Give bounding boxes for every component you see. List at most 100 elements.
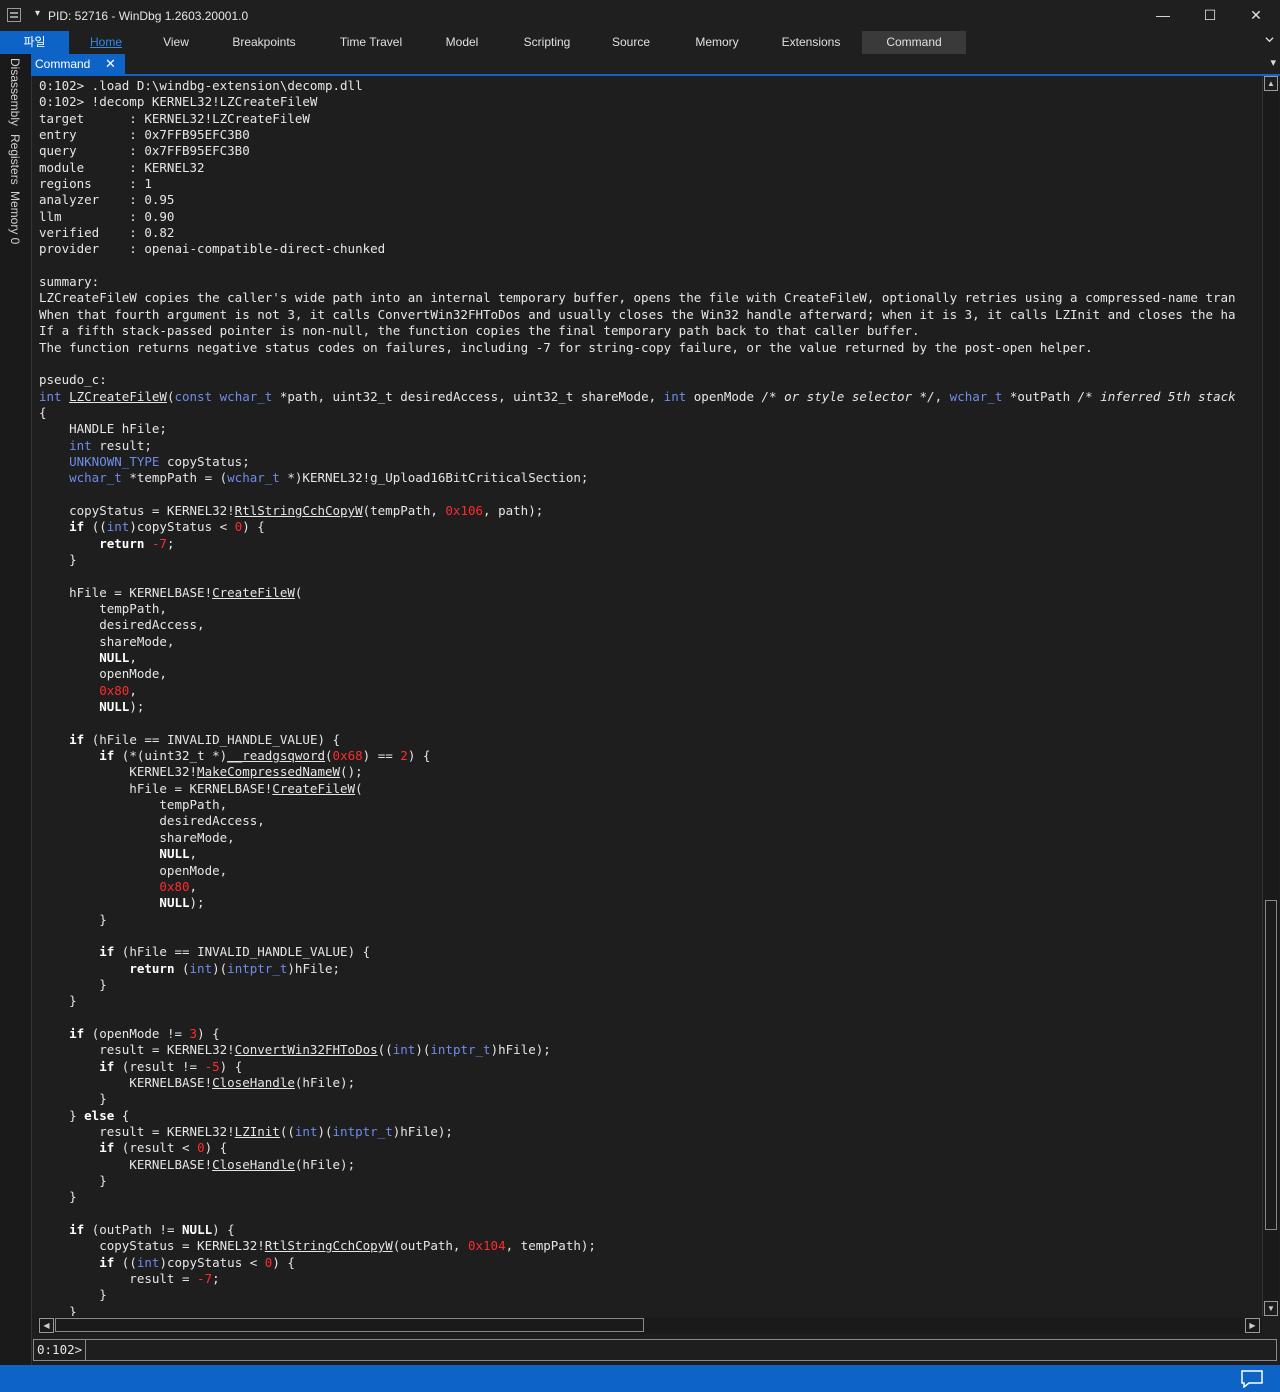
code-token: ( [355, 780, 363, 796]
windbg-app-icon[interactable] [7, 8, 21, 22]
vertical-scroll-thumb[interactable] [1265, 900, 1277, 1230]
console-line: regions : 1 [39, 176, 1236, 192]
scroll-up-button[interactable]: ▲ [1264, 76, 1278, 91]
symbol-link[interactable]: ConvertWin32FHToDos [235, 1042, 378, 1057]
code-token: verified : 0.82 [39, 225, 175, 241]
close-icon[interactable]: ✕ [105, 54, 116, 74]
symbol-link[interactable]: CreateFileW [212, 585, 295, 600]
code-token: desiredAccess, [39, 813, 265, 829]
symbol-link[interactable]: CloseHandle [212, 1157, 295, 1172]
code-token: UNKNOWN_TYPE [69, 453, 160, 469]
side-tab-memory-0[interactable]: Memory 0 [8, 191, 22, 244]
minimize-button[interactable]: — [1140, 0, 1186, 31]
tab-scripting[interactable]: Scripting [510, 31, 584, 54]
command-output[interactable]: 0:102> .load D:\windbg-extension\decomp.… [33, 76, 1262, 1316]
chat-icon[interactable] [1240, 1370, 1264, 1388]
symbol-link[interactable]: LZCreateFileW [69, 389, 167, 404]
output-lines: 0:102> .load D:\windbg-extension\decomp.… [39, 78, 1236, 1316]
scroll-down-button[interactable]: ▼ [1264, 1301, 1278, 1316]
code-token: , path); [483, 502, 544, 518]
doc-tab-command[interactable]: Command ✕ [31, 54, 125, 74]
command-input[interactable] [86, 1340, 1270, 1362]
console-line: shareMode, [39, 634, 1236, 650]
code-token: (( [279, 1124, 295, 1139]
console-line: analyzer : 0.95 [39, 192, 1236, 208]
code-token: ) { [197, 1025, 220, 1041]
console-line: 0x80, [39, 683, 1236, 699]
code-token: { [39, 404, 47, 420]
console-line: 0:102> !decomp KERNEL32!LZCreateFileW [39, 94, 1236, 110]
code-token: shareMode, [39, 829, 235, 845]
symbol-link[interactable]: CloseHandle [212, 1075, 295, 1090]
code-token: } [39, 1107, 85, 1123]
title-dropdown-arrow[interactable]: ▾ [35, 8, 40, 19]
tab-file[interactable]: 파일 [0, 31, 69, 54]
status-bar [0, 1365, 1280, 1392]
side-tab-disassembly[interactable]: Disassembly [8, 58, 22, 126]
code-token: { [114, 1107, 130, 1123]
code-token: tempPath, [39, 797, 228, 813]
code-token: int [189, 960, 213, 976]
window-title: PID: 52716 - WinDbg 1.2603.20001.0 [48, 9, 249, 23]
console-line: } [39, 977, 1236, 993]
code-token: } [39, 911, 107, 927]
horizontal-scroll-thumb[interactable] [55, 1318, 644, 1332]
side-tab-registers[interactable]: Registers [8, 134, 22, 185]
code-token: } [39, 993, 77, 1009]
scroll-left-button[interactable]: ◀ [39, 1318, 54, 1333]
tab-view[interactable]: View [150, 31, 202, 54]
tab-time-travel[interactable]: Time Travel [328, 31, 414, 54]
console-line: target : KERNEL32!LZCreateFileW [39, 111, 1236, 127]
tab-home[interactable]: Home [75, 31, 137, 54]
code-token: , tempPath); [505, 1238, 596, 1254]
tab-extensions[interactable]: Extensions [770, 31, 852, 54]
vertical-scrollbar[interactable]: ▲ ▼ [1262, 76, 1279, 1316]
code-token: ) { [407, 748, 431, 764]
console-line: } else { [39, 1108, 1236, 1124]
console-line: if (result < 0) { [39, 1140, 1236, 1156]
code-token: ); [129, 699, 145, 715]
code-token: ; [166, 535, 175, 551]
symbol-link[interactable]: MakeCompressedNameW [197, 764, 340, 779]
close-button[interactable]: ✕ [1233, 0, 1279, 31]
console-line: pseudo_c: [39, 372, 1236, 388]
chevron-down-icon[interactable] [1265, 35, 1274, 44]
code-token: (openMode != [84, 1025, 190, 1041]
code-token: copyStatus = KERNEL32! [39, 1238, 265, 1254]
tab-menu-dropdown-icon[interactable]: ▾ [1270, 56, 1276, 69]
code-token: NULL [159, 846, 190, 862]
symbol-link[interactable]: RtlStringCchCopyW [265, 1238, 393, 1253]
symbol-link[interactable]: __readgsqword [227, 748, 325, 763]
tab-command[interactable]: Command [862, 31, 966, 54]
tab-memory[interactable]: Memory [680, 31, 754, 54]
code-token: ( [325, 748, 333, 764]
tab-breakpoints[interactable]: Breakpoints [220, 31, 308, 54]
tab-source[interactable]: Source [600, 31, 662, 54]
code-token: pseudo_c: [39, 372, 107, 388]
horizontal-scrollbar[interactable]: ◀ ▶ [37, 1317, 1262, 1334]
document-tab-strip: Command ✕ ▾ [31, 54, 1280, 76]
symbol-link[interactable]: CreateFileW [272, 781, 355, 796]
console-line: } [39, 1091, 1236, 1107]
maximize-button[interactable]: ☐ [1187, 0, 1233, 31]
symbol-link[interactable]: RtlStringCchCopyW [235, 503, 363, 518]
ribbon-tabs: 파일 Home View Breakpoints Time Travel Mod… [0, 31, 1280, 54]
code-token: wchar_t [69, 470, 122, 486]
code-token: When that fourth argument is not 3, it c… [39, 306, 1236, 322]
tab-model[interactable]: Model [432, 31, 492, 54]
command-input-bar: 0:102> [33, 1339, 1277, 1362]
console-line: if ((int)copyStatus < 0) { [39, 519, 1236, 535]
console-line: NULL); [39, 895, 1236, 911]
symbol-link[interactable]: LZInit [235, 1124, 280, 1139]
code-token: if [69, 1222, 85, 1238]
code-token: int [392, 1042, 416, 1058]
code-token: /* or style selector */ [761, 388, 935, 404]
code-token: int [136, 1254, 160, 1270]
code-token: If a fifth stack-passed pointer is non-n… [39, 323, 920, 339]
console-line: result = KERNEL32!ConvertWin32FHToDos((i… [39, 1042, 1236, 1058]
scroll-right-button[interactable]: ▶ [1245, 1318, 1260, 1333]
